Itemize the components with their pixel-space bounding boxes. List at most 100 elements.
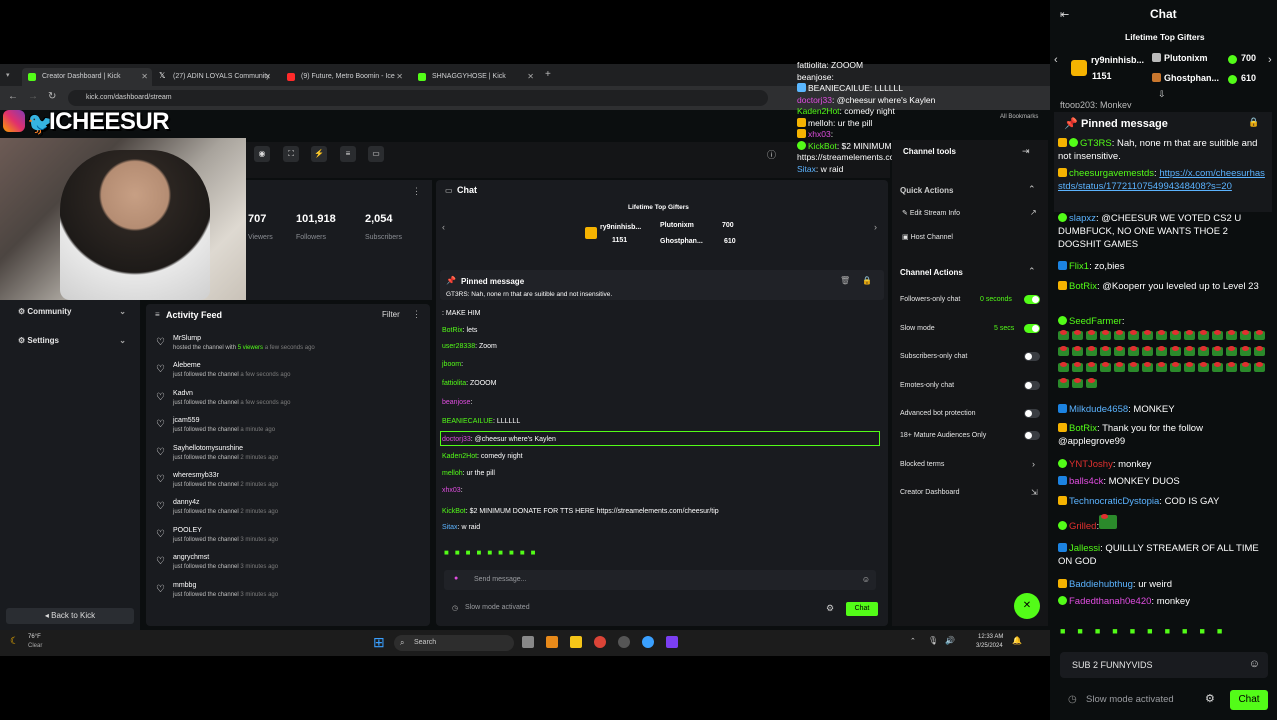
chat-input[interactable]: ● Send message... ☺ bbox=[444, 570, 876, 590]
toggle-switch[interactable] bbox=[1024, 431, 1040, 440]
emote-bar[interactable]: ■■■■■■■■■■ bbox=[1060, 626, 1268, 642]
channel-actions-title[interactable]: Channel Actions bbox=[900, 268, 963, 277]
chevron-right-icon[interactable]: › bbox=[1032, 459, 1035, 469]
trash-icon[interactable]: 🗑 bbox=[840, 276, 850, 285]
reload-icon[interactable]: ↻ bbox=[48, 91, 56, 102]
chat-username[interactable]: YNTJoshy bbox=[1069, 459, 1113, 470]
tab-3[interactable]: SHNAGGYHOSE | Kick ✕ bbox=[412, 68, 538, 86]
lock-icon[interactable]: 🔒 bbox=[1248, 117, 1259, 128]
chevron-up-icon[interactable]: ⌃ bbox=[1028, 266, 1036, 277]
sidebar-item-settings[interactable]: ⚙ Settings ⌄ bbox=[6, 331, 132, 351]
activity-user[interactable]: MrSlump bbox=[173, 335, 201, 342]
close-icon[interactable]: ✕ bbox=[264, 72, 271, 81]
chat-username[interactable]: Baddiehubthug bbox=[1069, 579, 1133, 590]
activity-user[interactable]: Alebeme bbox=[173, 362, 201, 369]
creator-dashboard-button[interactable]: Creator Dashboard bbox=[900, 489, 960, 496]
toggle-switch[interactable] bbox=[1024, 409, 1040, 418]
tab-2[interactable]: (9) Future, Metro Boomin - Ice ✕ bbox=[281, 68, 407, 86]
lock-icon[interactable]: 🔒 bbox=[862, 276, 872, 285]
toggle-switch[interactable] bbox=[1024, 295, 1040, 304]
chat-settings-icon[interactable]: ⚙ bbox=[1205, 692, 1215, 705]
chat-username[interactable]: Jallessi bbox=[1069, 543, 1100, 554]
activity-user[interactable]: Sayhellotomysunshine bbox=[173, 445, 243, 452]
collapse-icon[interactable]: ⇥ bbox=[1022, 146, 1030, 157]
chat-username[interactable]: BEANIECAILUE bbox=[442, 418, 493, 425]
chevron-right-icon[interactable]: › bbox=[874, 222, 877, 232]
chat-username[interactable]: BotRix bbox=[1069, 281, 1097, 292]
chat-username[interactable]: fattiolita bbox=[442, 380, 466, 387]
chat-username[interactable]: xhx03 bbox=[442, 487, 461, 494]
chat-username[interactable]: SeedFarmer bbox=[1069, 316, 1122, 327]
chevron-up-icon[interactable]: ⌃ bbox=[910, 637, 916, 645]
activity-user[interactable]: jcam559 bbox=[173, 417, 199, 424]
chevron-left-icon[interactable]: ‹ bbox=[442, 222, 445, 232]
floating-action-button[interactable]: ✕ bbox=[1014, 593, 1040, 619]
chat-username[interactable]: user28338 bbox=[442, 343, 475, 350]
arrow-icon[interactable]: ⇲ bbox=[1031, 488, 1038, 497]
chat-username[interactable]: jboom bbox=[442, 361, 461, 368]
tab-menu-icon[interactable]: ▾ bbox=[6, 71, 10, 79]
activity-user[interactable]: POOLEY bbox=[173, 527, 202, 534]
taskbar-search[interactable]: ⌕ Search bbox=[394, 635, 514, 651]
host-channel-button[interactable]: ▣ Host Channel bbox=[902, 233, 953, 241]
activity-user[interactable]: Kadvn bbox=[173, 390, 193, 397]
activity-filter-button[interactable]: Filter bbox=[382, 310, 400, 319]
volume-icon[interactable]: 🔊 bbox=[945, 636, 955, 645]
activity-user[interactable]: danny4z bbox=[173, 499, 199, 506]
tab-0[interactable]: Creator Dashboard | Kick ✕ bbox=[22, 68, 152, 86]
chat-username[interactable]: BotRix bbox=[1069, 423, 1097, 434]
microphone-icon[interactable]: 🎙 bbox=[928, 636, 938, 645]
tab-1[interactable]: 𝕏 (27) ADIN LOYALS Community ✕ bbox=[153, 68, 275, 86]
chat-username[interactable]: BotRix bbox=[442, 327, 463, 334]
chat-username[interactable]: balls4ck bbox=[1069, 476, 1103, 487]
chat-username[interactable]: Fadedthanah0e420 bbox=[1069, 596, 1151, 607]
expand-gifters-icon[interactable]: ⇩ bbox=[1158, 89, 1166, 100]
toolbar-bolt-icon[interactable]: ⚡ bbox=[311, 146, 327, 162]
chat-username[interactable]: Milkdude4658 bbox=[1069, 404, 1128, 415]
chat-username[interactable]: Sitax bbox=[442, 524, 458, 531]
toolbar-chat-icon[interactable]: ▭ bbox=[368, 146, 384, 162]
chat-username[interactable]: KickBot bbox=[442, 508, 466, 515]
activity-user[interactable]: angrychmst bbox=[173, 554, 209, 561]
chat-send-button[interactable]: Chat bbox=[846, 602, 878, 616]
chat-username[interactable]: slapxz bbox=[1069, 213, 1096, 224]
toolbar-list-icon[interactable]: ≡ bbox=[340, 146, 356, 162]
close-icon[interactable]: ✕ bbox=[527, 72, 534, 81]
chat-username[interactable]: beanjose bbox=[442, 399, 470, 406]
file-explorer-icon[interactable] bbox=[570, 636, 582, 648]
toggle-switch[interactable] bbox=[1024, 381, 1040, 390]
chat-input[interactable]: SUB 2 FUNNYVIDS ☺ bbox=[1060, 652, 1268, 678]
back-to-kick-button[interactable]: ◂ Back to Kick bbox=[6, 608, 134, 624]
app-icon[interactable] bbox=[618, 636, 630, 648]
task-view-icon[interactable] bbox=[522, 636, 534, 648]
emoji-icon[interactable]: ☺ bbox=[862, 575, 870, 584]
activity-menu-icon[interactable]: ⋮ bbox=[412, 309, 421, 320]
toggle-switch[interactable] bbox=[1024, 352, 1040, 361]
chat-username[interactable]: Flix1 bbox=[1069, 261, 1089, 272]
chevron-up-icon[interactable]: ⌃ bbox=[1028, 184, 1036, 195]
edit-stream-info-button[interactable]: ✎ Edit Stream Info bbox=[902, 209, 960, 217]
toggle-switch[interactable] bbox=[1024, 324, 1040, 333]
windows-start-icon[interactable]: ⊞ bbox=[373, 634, 385, 651]
app-icon[interactable] bbox=[666, 636, 678, 648]
stats-menu-icon[interactable]: ⋮ bbox=[412, 186, 421, 197]
back-arrow-icon[interactable]: ← bbox=[8, 91, 18, 102]
quick-actions-title[interactable]: Quick Actions bbox=[900, 186, 954, 195]
chevron-left-icon[interactable]: ‹ bbox=[1054, 54, 1058, 66]
chat-username[interactable]: GT3RS bbox=[1080, 138, 1112, 149]
info-icon[interactable]: ⓘ bbox=[767, 148, 776, 161]
toolbar-fullscreen-icon[interactable]: ⛶ bbox=[283, 146, 299, 162]
emote-bar[interactable]: ■■■■■■■■■ bbox=[444, 548, 624, 562]
new-tab-button[interactable]: + bbox=[545, 69, 551, 80]
app-icon[interactable] bbox=[546, 636, 558, 648]
chat-username[interactable]: Kaden2Hot bbox=[442, 453, 477, 460]
activity-user[interactable]: wheresmyb33r bbox=[173, 472, 219, 479]
close-icon[interactable]: ✕ bbox=[396, 72, 403, 81]
chrome-icon[interactable] bbox=[594, 636, 606, 648]
app-icon[interactable] bbox=[642, 636, 654, 648]
activity-user[interactable]: mmbbg bbox=[173, 582, 196, 589]
chevron-right-icon[interactable]: › bbox=[1268, 54, 1272, 66]
toolbar-broadcast-icon[interactable]: ◉ bbox=[254, 146, 270, 162]
chat-username[interactable]: TechnocraticDystopia bbox=[1069, 496, 1159, 507]
notification-icon[interactable]: 🔔 bbox=[1012, 636, 1022, 645]
